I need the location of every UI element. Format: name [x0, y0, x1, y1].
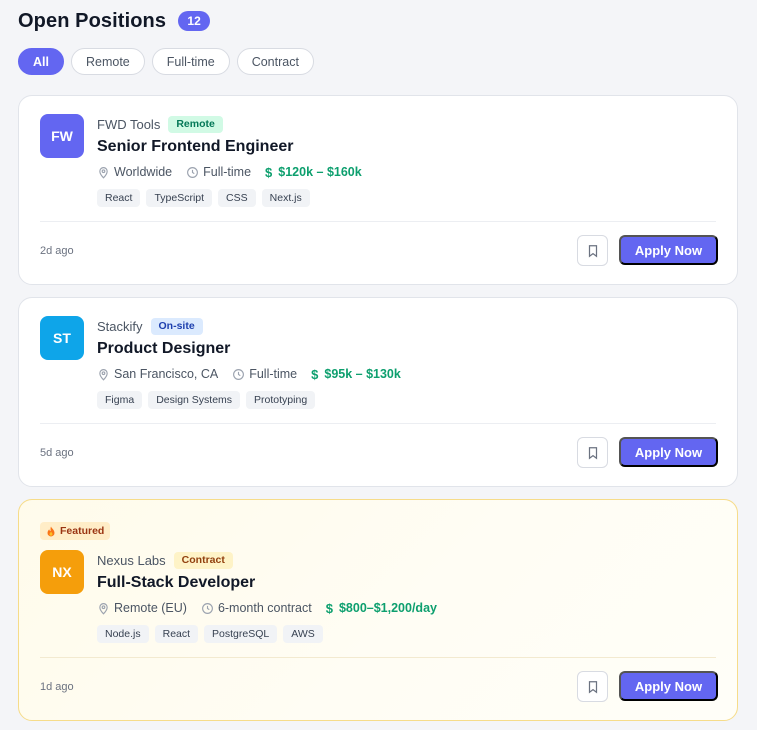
job-title[interactable]: Full-Stack Developer	[97, 574, 451, 594]
bookmark-icon	[588, 446, 597, 459]
bookmark-button[interactable]	[577, 235, 608, 266]
job-title[interactable]: Product Designer	[97, 340, 415, 360]
salary-text: $120k – $160k	[278, 165, 362, 179]
filter-all[interactable]: All	[18, 48, 64, 75]
bookmark-icon	[588, 680, 597, 693]
fire-icon	[47, 525, 55, 536]
job-location: San Francisco, CA	[97, 367, 218, 381]
posted-time: 5d ago	[40, 447, 74, 459]
location-pin-icon	[99, 368, 108, 381]
bookmark-icon	[588, 244, 597, 257]
location-pin-icon	[99, 166, 108, 179]
location-text: Remote (EU)	[114, 601, 187, 615]
company-name: FWD Tools	[97, 116, 161, 132]
job-title[interactable]: Senior Frontend Engineer	[97, 138, 376, 158]
company-name: Stackify	[97, 318, 143, 334]
job-type-badge: Remote	[168, 115, 223, 133]
dollar-icon: $	[325, 600, 333, 616]
skill-tag: PostgreSQL	[204, 625, 278, 643]
job-card-featured[interactable]: Featured NX Nexus Labs Contract Full-Sta…	[18, 499, 738, 721]
card-divider	[40, 657, 716, 658]
posted-time: 2d ago	[40, 245, 74, 257]
skill-tag: Next.js	[261, 189, 310, 207]
job-location: Worldwide	[97, 165, 172, 179]
skill-tags: React TypeScript CSS Next.js	[97, 189, 376, 207]
skill-tag: Node.js	[97, 625, 149, 643]
location-text: Worldwide	[114, 165, 173, 179]
skill-tags: Node.js React PostgreSQL AWS	[97, 625, 451, 643]
card-divider	[40, 221, 716, 222]
job-salary: $ $95k – $130k	[311, 367, 401, 382]
job-meta: San Francisco, CA Full-time $ $95k – $13…	[97, 365, 415, 383]
apply-now-button[interactable]: Apply Now	[619, 671, 718, 701]
filter-full-time[interactable]: Full-time	[151, 48, 230, 75]
page-title: Open Positions	[18, 9, 167, 32]
apply-now-button[interactable]: Apply Now	[619, 437, 718, 467]
job-employment: Full-time	[232, 367, 297, 381]
featured-badge: Featured	[40, 522, 111, 540]
featured-label: Featured	[60, 525, 105, 537]
bookmark-button[interactable]	[577, 671, 608, 702]
job-salary: $ $120k – $160k	[265, 165, 362, 180]
page-header: Open Positions 12	[18, 8, 211, 34]
skill-tag: Design Systems	[148, 391, 241, 409]
skill-tag: AWS	[283, 625, 323, 643]
salary-text: $800–$1,200/day	[338, 601, 437, 615]
filter-remote[interactable]: Remote	[70, 48, 145, 75]
job-card[interactable]: ST Stackify On-site Product Designer San…	[18, 297, 738, 487]
company-logo: ST	[40, 316, 84, 360]
job-employment: 6-month contract	[201, 601, 312, 615]
skill-tag: Figma	[97, 391, 143, 409]
job-location: Remote (EU)	[97, 601, 187, 615]
posted-time: 1d ago	[40, 681, 74, 693]
filter-contract[interactable]: Contract	[236, 48, 314, 75]
positions-count-badge: 12	[178, 11, 211, 31]
employment-text: Full-time	[249, 367, 298, 381]
skill-tag: React	[97, 189, 141, 207]
company-logo: NX	[40, 550, 84, 594]
location-text: San Francisco, CA	[114, 367, 219, 381]
job-salary: $ $800–$1,200/day	[326, 601, 437, 616]
location-pin-icon	[99, 602, 108, 615]
skill-tag: Prototyping	[246, 391, 316, 409]
job-card[interactable]: FW FWD Tools Remote Senior Frontend Engi…	[18, 95, 738, 285]
job-meta: Worldwide Full-time $ $120k – $160k	[97, 163, 376, 181]
apply-now-button[interactable]: Apply Now	[619, 235, 718, 265]
bookmark-button[interactable]	[577, 437, 608, 468]
clock-icon	[201, 602, 213, 614]
filter-bar: All Remote Full-time Contract	[18, 48, 314, 75]
job-info: Nexus Labs Contract Full-Stack Developer…	[97, 551, 451, 643]
skill-tag: React	[154, 625, 199, 643]
job-employment: Full-time	[186, 165, 251, 179]
skill-tags: Figma Design Systems Prototyping	[97, 391, 415, 409]
job-meta: Remote (EU) 6-month contract $ $800–$1,2…	[97, 599, 451, 617]
clock-icon	[187, 166, 199, 178]
employment-text: 6-month contract	[217, 601, 312, 615]
skill-tag: TypeScript	[146, 189, 213, 207]
job-type-badge: Contract	[173, 551, 233, 569]
job-info: FWD Tools Remote Senior Frontend Enginee…	[97, 115, 376, 207]
card-divider	[40, 423, 716, 424]
salary-text: $95k – $130k	[324, 367, 401, 381]
job-type-badge: On-site	[150, 317, 203, 335]
employment-text: Full-time	[203, 165, 252, 179]
clock-icon	[233, 368, 245, 380]
dollar-icon: $	[311, 366, 319, 382]
company-name: Nexus Labs	[97, 552, 166, 568]
company-logo: FW	[40, 114, 84, 158]
skill-tag: CSS	[218, 189, 256, 207]
dollar-icon: $	[265, 164, 273, 180]
job-info: Stackify On-site Product Designer San Fr…	[97, 317, 415, 409]
